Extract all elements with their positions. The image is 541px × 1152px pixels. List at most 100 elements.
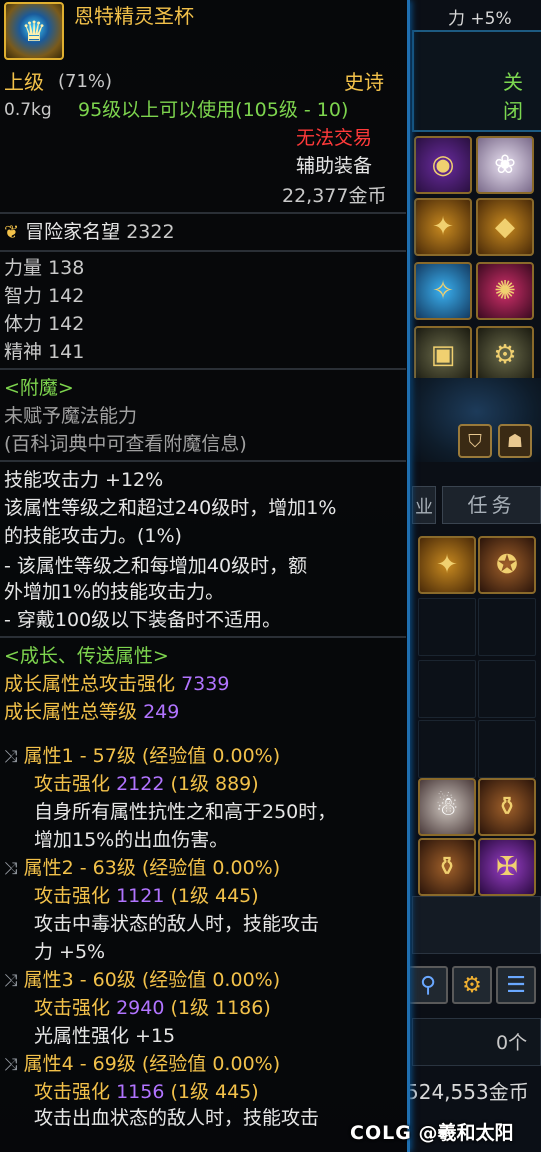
- item-rarity: 史诗: [344, 70, 384, 94]
- inventory-slot-empty[interactable]: [478, 598, 536, 656]
- item-grade: 上级: [4, 70, 44, 94]
- item-name: 恩特精灵圣杯: [74, 4, 194, 28]
- divider: [0, 368, 406, 370]
- enchant-status: 未赋予魔法能力: [4, 405, 138, 427]
- colg-logo: COLG: [350, 1122, 412, 1144]
- watermark-user: @羲和太阳: [418, 1122, 514, 1144]
- growth-header: <成长、传送属性>: [4, 645, 169, 667]
- attack-detail: (1级 889): [170, 773, 259, 795]
- growth-attr-title-text: 属性2 - 63级 (经验值 0.00%): [23, 857, 281, 879]
- growth-attr-attack: 攻击强化 1156 (1级 445): [34, 1080, 259, 1104]
- enchant-hint: (百科词典中可查看附魔信息): [4, 433, 247, 455]
- inventory-slot-locked[interactable]: ⚱: [478, 778, 536, 836]
- growth-attr-title-text: 属性4 - 69级 (经验值 0.00%): [23, 1053, 281, 1075]
- attack-detail: (1级 1186): [170, 997, 271, 1019]
- equip-slot-red-dragon[interactable]: ✺: [476, 262, 534, 320]
- tab-mission[interactable]: 任务: [442, 486, 541, 524]
- growth-attr-desc: 自身所有属性抗性之和高于250时，: [34, 801, 337, 823]
- divider: [0, 250, 406, 252]
- growth-attr-desc: 增加15%的出血伤害。: [34, 829, 229, 851]
- growth-attr-desc: 光属性强化 +15: [34, 1025, 176, 1047]
- holy-grail-icon: ♛: [4, 2, 64, 60]
- shuffle-icon: ⤨: [4, 859, 18, 879]
- attack-label: 攻击强化: [34, 885, 111, 907]
- close-button[interactable]: 关闭: [503, 66, 541, 124]
- stat-value: 141: [48, 341, 85, 363]
- attack-value: 2122: [116, 773, 165, 795]
- avatar-icon[interactable]: ☗: [498, 424, 532, 458]
- attack-label: 攻击强化: [34, 997, 111, 1019]
- inventory-slot-locked[interactable]: ☃: [418, 778, 476, 836]
- growth-total-attack: 成长属性总攻击强化 7339: [4, 672, 229, 696]
- trade-status: 无法交易: [296, 127, 373, 149]
- growth-attr-desc: 力 +5%: [34, 941, 106, 963]
- skill-desc-line: 该属性等级之和超过240级时，增加1%: [4, 497, 337, 519]
- stat-row: 智力 142: [4, 284, 84, 308]
- attack-value: 1121: [116, 885, 165, 907]
- equip-slot-gear[interactable]: ⚙: [476, 326, 534, 384]
- shield-icon[interactable]: ⛉: [458, 424, 492, 458]
- inventory-slot-2[interactable]: ✪: [478, 536, 536, 594]
- growth-attr-title-text: 属性3 - 60级 (经验值 0.00%): [23, 969, 281, 991]
- stat-value: 138: [48, 257, 85, 279]
- growth-attr-title: ⤨ 属性3 - 60级 (经验值 0.00%): [4, 968, 280, 993]
- skill-desc-line: 的技能攻击力。(1%): [4, 525, 182, 547]
- skill-desc-line: - 穿戴100级以下装备时不适用。: [4, 609, 282, 631]
- item-count: 0个: [496, 1032, 528, 1054]
- item-price: 22,377金币: [282, 185, 387, 207]
- stat-row: 体力 142: [4, 312, 84, 336]
- equip-slot-gold-frame[interactable]: ◆: [476, 198, 534, 256]
- inventory-slot-empty[interactable]: [418, 598, 476, 656]
- stat-label: 体力: [4, 313, 43, 335]
- stat-value: 142: [48, 313, 85, 335]
- growth-total-level-label: 成长属性总等级: [4, 701, 138, 723]
- laurel-icon: ❦: [4, 222, 20, 243]
- attack-value: 1156: [116, 1081, 165, 1103]
- growth-attr-attack: 攻击强化 1121 (1级 445): [34, 884, 259, 908]
- item-list-box: [412, 896, 541, 954]
- tab-job[interactable]: 业: [412, 486, 436, 524]
- growth-total-level: 成长属性总等级 249: [4, 700, 179, 724]
- search-icon[interactable]: ⚲: [408, 966, 448, 1004]
- inventory-slot-empty[interactable]: [478, 660, 536, 718]
- skill-desc-line: 外增加1%的技能攻击力。: [4, 581, 225, 603]
- shuffle-icon: ⤨: [4, 971, 18, 991]
- inventory-slot-locked[interactable]: ✠: [478, 838, 536, 896]
- adventurer-fame-row: ❦ 冒险家名望 2322: [4, 220, 175, 245]
- stat-chip: 力 +5%: [448, 9, 512, 29]
- gold-total: 524,553金币: [406, 1080, 529, 1104]
- divider: [0, 636, 406, 638]
- adventurer-fame-value: 2322: [126, 221, 175, 243]
- watermark: COLG @羲和太阳: [350, 1118, 513, 1145]
- attack-value: 2940: [116, 997, 165, 1019]
- equip-slot-flower[interactable]: ❀: [476, 136, 534, 194]
- item-type: 辅助装备: [296, 155, 373, 177]
- stat-label: 力量: [4, 257, 43, 279]
- inventory-slot-1[interactable]: ✦: [418, 536, 476, 594]
- growth-attr-desc: 攻击出血状态的敌人时，技能攻击: [34, 1107, 320, 1129]
- equip-slot-lantern[interactable]: ▣: [414, 326, 472, 384]
- divider: [0, 460, 406, 462]
- stat-label: 精神: [4, 341, 43, 363]
- inventory-slot-empty[interactable]: [478, 720, 536, 778]
- divider: [0, 212, 406, 214]
- growth-attr-attack: 攻击强化 2122 (1级 889): [34, 772, 259, 796]
- growth-attr-title-text: 属性1 - 57级 (经验值 0.00%): [23, 745, 281, 767]
- skill-desc-line: - 该属性等级之和每增加40级时，额: [4, 555, 308, 577]
- inventory-slot-empty[interactable]: [418, 720, 476, 778]
- enchant-header: <附魔>: [4, 377, 74, 399]
- attack-label: 攻击强化: [34, 773, 111, 795]
- attack-label: 攻击强化: [34, 1081, 111, 1103]
- list-icon[interactable]: ☰: [496, 966, 536, 1004]
- attack-detail: (1级 445): [170, 885, 259, 907]
- equip-slot-gold-gauntlet[interactable]: ✦: [414, 198, 472, 256]
- equip-slot-holy-grail[interactable]: ✧: [414, 262, 472, 320]
- inventory-slot-empty[interactable]: [418, 660, 476, 718]
- item-grade-percent: (71%): [58, 71, 113, 92]
- gear-icon[interactable]: ⚙: [452, 966, 492, 1004]
- equip-slot-purple-orb[interactable]: ◉: [414, 136, 472, 194]
- skill-attack-line: 技能攻击力 +12%: [4, 469, 164, 491]
- stat-value: 142: [48, 285, 85, 307]
- inventory-slot-locked[interactable]: ⚱: [418, 838, 476, 896]
- growth-attr-desc: 攻击中毒状态的敌人时，技能攻击: [34, 913, 320, 935]
